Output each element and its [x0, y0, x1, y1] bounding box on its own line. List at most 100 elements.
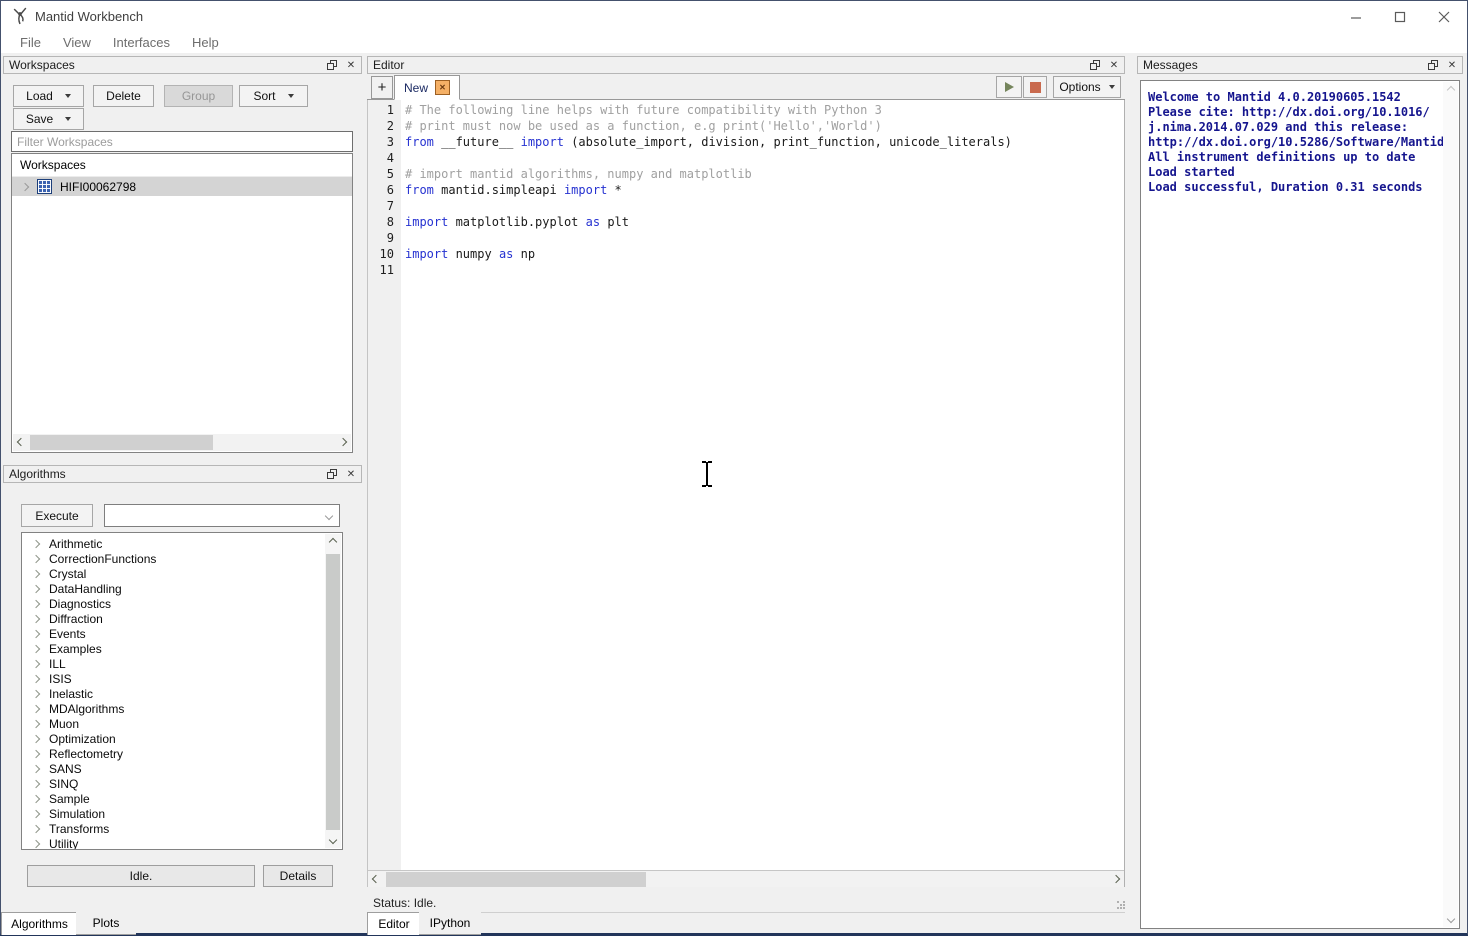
expand-chevron-icon[interactable] — [32, 734, 40, 742]
algorithm-category[interactable]: Diagnostics — [22, 596, 325, 611]
menu-file[interactable]: File — [9, 33, 52, 52]
expand-chevron-icon[interactable] — [21, 182, 29, 190]
scroll-right-icon[interactable] — [335, 434, 351, 450]
expand-chevron-icon[interactable] — [32, 554, 40, 562]
expand-chevron-icon[interactable] — [32, 839, 40, 847]
scroll-down-icon[interactable] — [1443, 911, 1459, 927]
scroll-up-icon[interactable] — [1443, 82, 1459, 98]
execute-button[interactable]: Execute — [21, 504, 93, 527]
algorithm-category[interactable]: ISIS — [22, 671, 325, 686]
options-button[interactable]: Options — [1053, 76, 1121, 98]
run-button[interactable] — [996, 76, 1022, 98]
script-tab-new[interactable]: New — [394, 75, 460, 100]
maximize-button[interactable] — [1385, 6, 1415, 27]
messages-vertical-scrollbar[interactable] — [1443, 82, 1458, 927]
scroll-right-icon[interactable] — [1108, 871, 1124, 887]
algorithm-category[interactable]: Optimization — [22, 731, 325, 746]
expand-chevron-icon[interactable] — [32, 794, 40, 802]
expand-chevron-icon[interactable] — [32, 659, 40, 667]
expand-chevron-icon[interactable] — [32, 584, 40, 592]
tab-algorithms[interactable]: Algorithms — [1, 912, 78, 935]
expand-chevron-icon[interactable] — [32, 749, 40, 757]
close-panel-icon[interactable] — [1109, 59, 1119, 71]
algorithm-progress-button[interactable]: Idle. — [27, 865, 255, 887]
expand-chevron-icon[interactable] — [32, 614, 40, 622]
tab-editor[interactable]: Editor — [367, 912, 421, 935]
workspaces-horizontal-scrollbar[interactable] — [13, 434, 351, 451]
algorithm-category[interactable]: Utility — [22, 836, 325, 850]
algorithm-category[interactable]: Arithmetic — [22, 536, 325, 551]
expand-chevron-icon[interactable] — [32, 569, 40, 577]
float-panel-icon[interactable] — [327, 60, 337, 70]
algorithm-category[interactable]: CorrectionFunctions — [22, 551, 325, 566]
save-button[interactable]: Save — [13, 108, 84, 130]
close-panel-icon[interactable] — [346, 59, 356, 71]
sort-button[interactable]: Sort — [239, 85, 308, 107]
algorithm-category[interactable]: Crystal — [22, 566, 325, 581]
tab-ipython[interactable]: IPython — [419, 912, 481, 935]
float-panel-icon[interactable] — [1090, 60, 1100, 70]
algorithm-category[interactable]: MDAlgorithms — [22, 701, 325, 716]
workspace-tree-item[interactable]: HIFI00062798 — [12, 177, 352, 196]
algorithm-category[interactable]: Transforms — [22, 821, 325, 836]
resize-grip-icon[interactable] — [1117, 901, 1119, 903]
expand-chevron-icon[interactable] — [32, 809, 40, 817]
scrollbar-thumb[interactable] — [326, 554, 340, 830]
details-button[interactable]: Details — [263, 865, 333, 887]
expand-chevron-icon[interactable] — [32, 689, 40, 697]
menu-help[interactable]: Help — [181, 33, 230, 52]
algorithm-category[interactable]: Reflectometry — [22, 746, 325, 761]
menu-view[interactable]: View — [52, 33, 102, 52]
float-panel-icon[interactable] — [1428, 60, 1438, 70]
close-button[interactable] — [1429, 6, 1459, 27]
expand-chevron-icon[interactable] — [32, 539, 40, 547]
expand-chevron-icon[interactable] — [32, 674, 40, 682]
expand-chevron-icon[interactable] — [32, 644, 40, 652]
scrollbar-thumb[interactable] — [30, 435, 213, 450]
algorithm-category[interactable]: SANS — [22, 761, 325, 776]
algorithm-category[interactable]: Examples — [22, 641, 325, 656]
float-panel-icon[interactable] — [327, 469, 337, 479]
workspaces-tree[interactable]: Workspaces HIFI00062798 — [11, 153, 353, 453]
algorithm-category[interactable]: Events — [22, 626, 325, 641]
algorithm-category[interactable]: DataHandling — [22, 581, 325, 596]
load-button[interactable]: Load — [13, 85, 84, 107]
filter-workspaces-input[interactable] — [11, 131, 353, 152]
expand-chevron-icon[interactable] — [32, 824, 40, 832]
algorithm-category[interactable]: ILL — [22, 656, 325, 671]
algorithms-vertical-scrollbar[interactable] — [325, 534, 341, 848]
algorithm-category[interactable]: Sample — [22, 791, 325, 806]
algorithm-category[interactable]: Simulation — [22, 806, 325, 821]
algorithm-category[interactable]: Inelastic — [22, 686, 325, 701]
expand-chevron-icon[interactable] — [32, 704, 40, 712]
tab-plots[interactable]: Plots — [76, 912, 136, 935]
editor-horizontal-scrollbar[interactable] — [368, 870, 1124, 887]
code-editor[interactable]: 1# The following line helps with future … — [367, 100, 1125, 887]
expand-chevron-icon[interactable] — [32, 719, 40, 727]
algorithm-category[interactable]: SINQ — [22, 776, 325, 791]
tab-close-icon[interactable] — [435, 80, 450, 95]
scroll-left-icon[interactable] — [368, 871, 384, 887]
algorithm-categories-list[interactable]: ArithmeticCorrectionFunctionsCrystalData… — [21, 532, 343, 850]
expand-chevron-icon[interactable] — [32, 629, 40, 637]
group-button[interactable]: Group — [164, 85, 233, 107]
workspaces-panel-header: Workspaces — [3, 56, 362, 74]
algorithm-search-combobox[interactable] — [104, 504, 340, 527]
scroll-left-icon[interactable] — [13, 434, 29, 450]
scrollbar-thumb[interactable] — [386, 872, 646, 887]
algorithm-category[interactable]: Muon — [22, 716, 325, 731]
expand-chevron-icon[interactable] — [32, 599, 40, 607]
minimize-button[interactable] — [1341, 6, 1371, 27]
menu-interfaces[interactable]: Interfaces — [102, 33, 181, 52]
close-panel-icon[interactable] — [346, 468, 356, 480]
scroll-up-icon[interactable] — [325, 534, 341, 550]
expand-chevron-icon[interactable] — [32, 764, 40, 772]
expand-chevron-icon[interactable] — [32, 779, 40, 787]
algorithm-category[interactable]: Diffraction — [22, 611, 325, 626]
scroll-down-icon[interactable] — [325, 832, 341, 848]
messages-log[interactable]: Welcome to Mantid 4.0.20190605.1542Pleas… — [1140, 80, 1460, 929]
close-panel-icon[interactable] — [1447, 59, 1457, 71]
delete-button[interactable]: Delete — [93, 85, 154, 107]
new-script-button[interactable]: + — [371, 76, 393, 99]
stop-button[interactable] — [1023, 76, 1047, 98]
